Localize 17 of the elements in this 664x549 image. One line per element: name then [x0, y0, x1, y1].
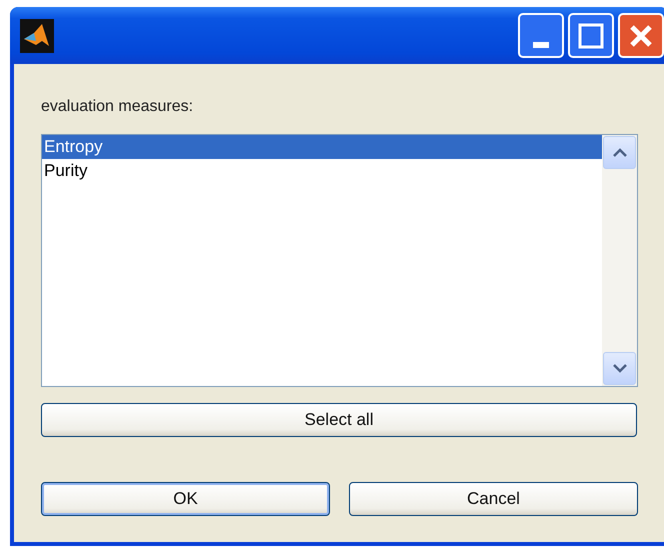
select-all-button[interactable]: Select all — [41, 403, 637, 437]
list-item[interactable]: Entropy — [42, 135, 602, 159]
list-item[interactable]: Purity — [42, 159, 602, 183]
chevron-up-icon — [612, 148, 626, 157]
cancel-button[interactable]: Cancel — [349, 482, 638, 516]
app-logo-icon — [20, 18, 54, 52]
maximize-button[interactable] — [568, 13, 614, 58]
minimize-icon — [533, 42, 549, 48]
close-button[interactable] — [618, 13, 664, 58]
close-icon — [628, 22, 654, 48]
chevron-down-icon — [612, 364, 626, 373]
maximize-icon — [578, 22, 604, 48]
ok-button[interactable]: OK — [41, 482, 330, 516]
minimize-button[interactable] — [518, 13, 564, 58]
scroll-up-button[interactable] — [603, 136, 636, 169]
scroll-down-button[interactable] — [603, 352, 636, 385]
field-label: evaluation measures: — [41, 98, 194, 117]
